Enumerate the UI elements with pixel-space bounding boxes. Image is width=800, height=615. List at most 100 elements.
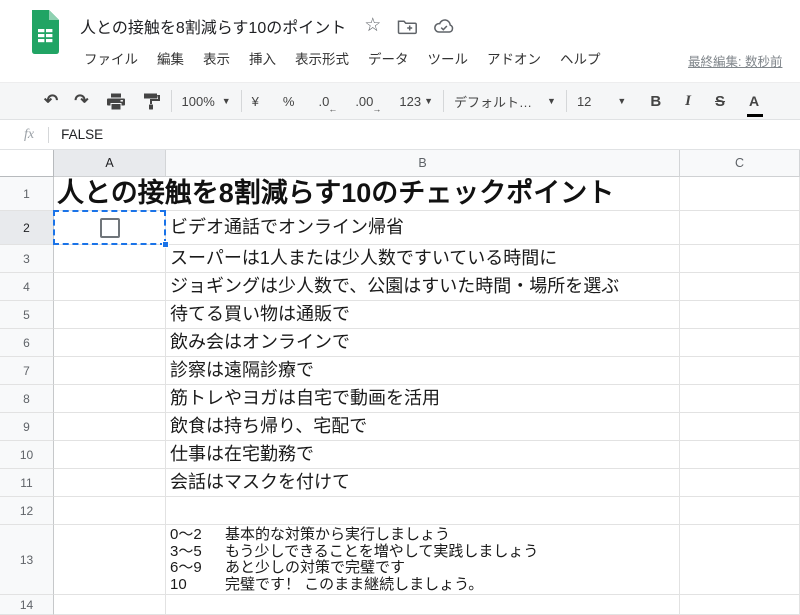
select-all-corner[interactable]	[0, 150, 54, 177]
row-header-12[interactable]: 12	[0, 497, 54, 525]
text-color-button[interactable]: A	[749, 88, 759, 114]
format-currency-button[interactable]: ¥	[252, 88, 259, 114]
paint-format-button[interactable]	[143, 88, 161, 114]
cell-C13[interactable]	[680, 525, 800, 595]
cell-B9[interactable]: 飲食は持ち帰り、宅配で	[166, 413, 680, 441]
cell-B5[interactable]: 待てる買い物は通販で	[166, 301, 680, 329]
redo-button[interactable]: ↷	[74, 88, 88, 114]
cell-B7[interactable]: 診察は遠隔診療で	[166, 357, 680, 385]
menu-insert[interactable]: 挿入	[249, 48, 276, 68]
zoom-select[interactable]: 100% ▼	[182, 88, 231, 114]
format-percent-button[interactable]: %	[283, 88, 295, 114]
cell-A1[interactable]: 人との接触を8割減らす10のチェックポイント	[54, 177, 166, 211]
row-header-1[interactable]: 1	[0, 177, 54, 211]
row-header-7[interactable]: 7	[0, 357, 54, 385]
menu-data[interactable]: データ	[368, 48, 409, 68]
menu-tools[interactable]: ツール	[428, 48, 469, 68]
formula-bar: fx FALSE	[0, 120, 800, 150]
cell-A13[interactable]	[54, 525, 166, 595]
row-header-5[interactable]: 5	[0, 301, 54, 329]
font-family-select[interactable]: デフォルト… ▼	[454, 88, 556, 114]
toolbar-divider	[241, 90, 242, 112]
fill-handle[interactable]	[162, 241, 169, 248]
row-header-14[interactable]: 14	[0, 595, 54, 615]
row-header-3[interactable]: 3	[0, 245, 54, 273]
cell-A9[interactable]	[54, 413, 166, 441]
row-header-11[interactable]: 11	[0, 469, 54, 497]
cell-B14[interactable]	[166, 595, 680, 615]
number-format-menu[interactable]: 123 ▼	[399, 88, 433, 114]
font-size-select[interactable]: 12 ▼	[577, 88, 626, 114]
menu-format[interactable]: 表示形式	[295, 48, 349, 68]
cell-C1[interactable]	[680, 177, 800, 211]
menu-edit[interactable]: 編集	[157, 48, 184, 68]
cloud-saved-icon[interactable]	[433, 18, 455, 34]
cell-A11[interactable]	[54, 469, 166, 497]
undo-button[interactable]: ↶	[44, 88, 58, 114]
row-header-10[interactable]: 10	[0, 441, 54, 469]
cell-B13[interactable]: 0〜2 基本的な対策から実行しましょう 3〜5 もう少しできることを増やして実践…	[166, 525, 680, 595]
row-header-9[interactable]: 9	[0, 413, 54, 441]
cell-C10[interactable]	[680, 441, 800, 469]
column-header-B[interactable]: B	[166, 150, 680, 177]
bold-button[interactable]: B	[650, 88, 661, 114]
menu-help[interactable]: ヘルプ	[560, 48, 601, 68]
cell-C12[interactable]	[680, 497, 800, 525]
cell-C4[interactable]	[680, 273, 800, 301]
cell-B8[interactable]: 筋トレやヨガは自宅で動画を活用	[166, 385, 680, 413]
cell-A6[interactable]	[54, 329, 166, 357]
cell-A4[interactable]	[54, 273, 166, 301]
cell-C6[interactable]	[680, 329, 800, 357]
table-row: 5 待てる買い物は通販で	[0, 301, 800, 329]
formula-divider	[48, 127, 49, 143]
cell-C2[interactable]	[680, 211, 800, 245]
italic-button[interactable]: I	[685, 88, 691, 114]
document-title[interactable]: 人との接触を8割減らす10のポイント	[80, 14, 346, 38]
cell-A7[interactable]	[54, 357, 166, 385]
move-folder-icon[interactable]	[397, 18, 417, 35]
cell-C5[interactable]	[680, 301, 800, 329]
row-header-4[interactable]: 4	[0, 273, 54, 301]
cell-B3[interactable]: スーパーは1人または少人数ですいている時間に	[166, 245, 680, 273]
last-edit-link[interactable]: 最終編集: 数秒前	[688, 51, 782, 70]
cell-B2[interactable]: ビデオ通話でオンライン帰省	[166, 211, 680, 245]
cell-A10[interactable]	[54, 441, 166, 469]
cell-A3[interactable]	[54, 245, 166, 273]
cell-B6[interactable]: 飲み会はオンラインで	[166, 329, 680, 357]
cell-A8[interactable]	[54, 385, 166, 413]
cell-C14[interactable]	[680, 595, 800, 615]
formula-input[interactable]: FALSE	[61, 127, 103, 142]
cell-C3[interactable]	[680, 245, 800, 273]
cell-C9[interactable]	[680, 413, 800, 441]
cell-A12[interactable]	[54, 497, 166, 525]
cell-B10[interactable]: 仕事は在宅勤務で	[166, 441, 680, 469]
color-swatch	[747, 114, 763, 117]
cell-C11[interactable]	[680, 469, 800, 497]
cell-B11[interactable]: 会話はマスクを付けて	[166, 469, 680, 497]
column-header-A[interactable]: A	[54, 150, 166, 177]
sheets-logo-icon[interactable]	[28, 10, 62, 54]
cell-A14[interactable]	[54, 595, 166, 615]
row-header-13[interactable]: 13	[0, 525, 54, 595]
increase-decimal-button[interactable]: .00→	[355, 88, 375, 114]
decrease-decimal-button[interactable]: .0←	[318, 88, 331, 114]
strikethrough-button[interactable]: S	[715, 88, 725, 114]
cell-B4[interactable]: ジョギングは少人数で、公園はすいた時間・場所を選ぶ	[166, 273, 680, 301]
cell-C7[interactable]	[680, 357, 800, 385]
cell-C8[interactable]	[680, 385, 800, 413]
star-icon[interactable]: ☆	[364, 16, 381, 36]
column-header-row: A B C	[0, 150, 800, 177]
cell-A5[interactable]	[54, 301, 166, 329]
row-header-8[interactable]: 8	[0, 385, 54, 413]
column-header-C[interactable]: C	[680, 150, 800, 177]
sheet-title-text: 人との接触を8割減らす10のチェックポイント	[54, 178, 614, 208]
menu-file[interactable]: ファイル	[84, 48, 138, 68]
cell-B12[interactable]	[166, 497, 680, 525]
print-button[interactable]	[107, 88, 125, 114]
row-header-6[interactable]: 6	[0, 329, 54, 357]
cell-A2-selected[interactable]	[54, 211, 166, 245]
row-header-2[interactable]: 2	[0, 211, 54, 245]
menu-view[interactable]: 表示	[203, 48, 230, 68]
menu-addons[interactable]: アドオン	[487, 48, 541, 68]
checkbox-unchecked-icon[interactable]	[100, 218, 120, 238]
